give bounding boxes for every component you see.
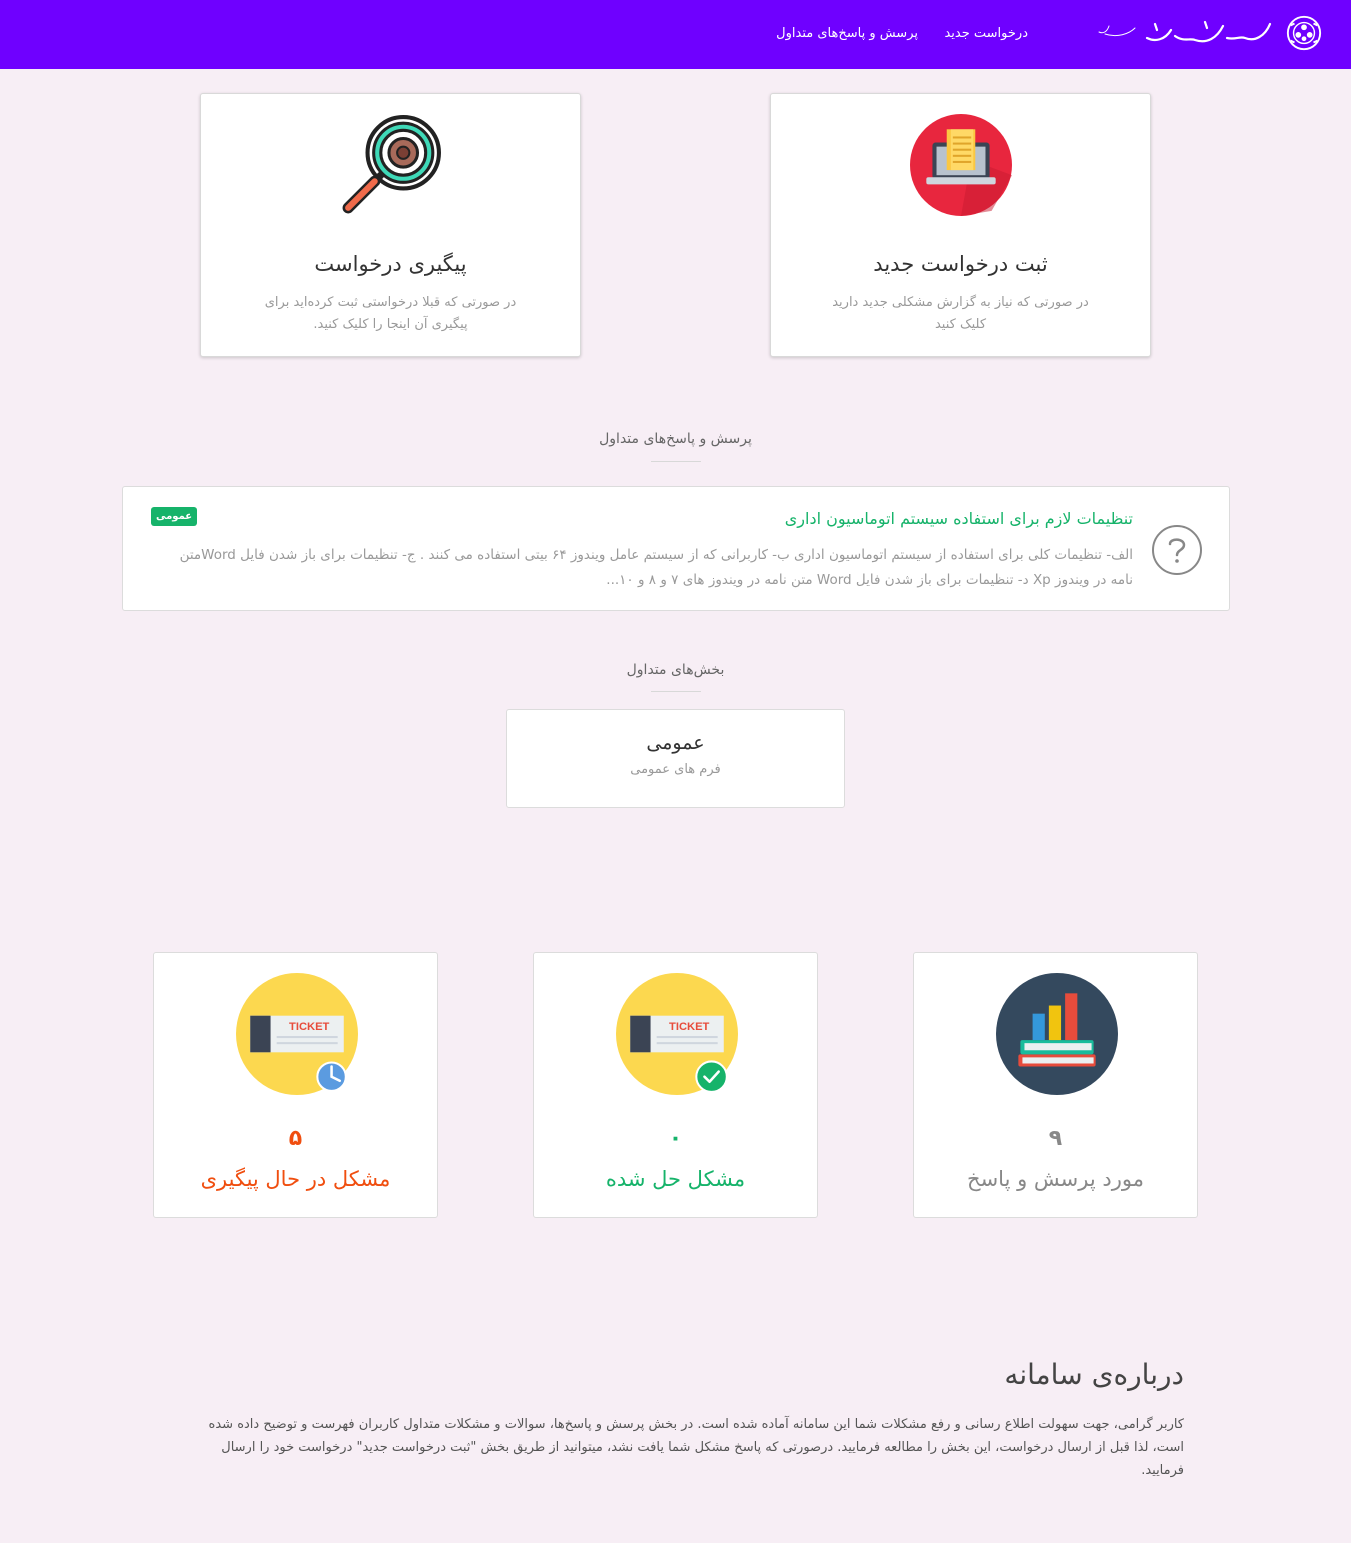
ticket-text: TICKET [289, 1021, 330, 1033]
question-circle-icon [1152, 525, 1202, 575]
sections-heading: بخش‌های متداول [626, 662, 725, 678]
university-logo-calligraphy[interactable] [1095, 16, 1275, 52]
stat-card-pending: TICKET ۵ مشکل در حال پیگیری [153, 952, 438, 1218]
category-title: عمومی [646, 732, 705, 754]
ticket-text: TICKET [669, 1021, 710, 1033]
faq-category-badge: عمومی [151, 507, 198, 526]
solved-count: ۰ [668, 1126, 683, 1151]
pending-count: ۵ [288, 1126, 303, 1151]
faq-count: ۹ [1048, 1126, 1063, 1151]
about-title: درباره‌ی سامانه [1004, 1358, 1184, 1391]
solved-label: مشکل حل شده [605, 1167, 746, 1191]
faq-item[interactable]: تنظیمات لازم برای استفاده سیستم اتوماسیو… [122, 486, 1230, 611]
track-request-card[interactable]: پیگیری درخواست در صورتی که قبلا درخواستی… [200, 93, 581, 357]
stat-card-faq: ۹ مورد پرسش و پاسخ [913, 952, 1198, 1218]
category-subtitle: فرم های عمومی [630, 762, 721, 777]
books-chart-icon [996, 973, 1118, 1095]
faq-section-divider [651, 461, 701, 462]
faq-section-heading: پرسش و پاسخ‌های متداول [599, 431, 752, 447]
new-request-card[interactable]: ثبت درخواست جدید در صورتی که نیاز به گزا… [770, 93, 1151, 357]
navbar: درخواست جدید پرسش و پاسخ‌های متداول [0, 0, 1351, 69]
new-request-icon-wrap [771, 114, 1150, 216]
new-request-desc: در صورتی که نیاز به گزارش مشکلی جدید دار… [832, 295, 1089, 332]
faq-item-title[interactable]: تنظیمات لازم برای استفاده سیستم اتوماسیو… [785, 509, 1133, 528]
new-request-title: ثبت درخواست جدید [873, 252, 1048, 276]
sections-divider [651, 691, 701, 692]
faq-label: مورد پرسش و پاسخ [967, 1167, 1144, 1191]
magnifier-icon [342, 115, 441, 214]
nav-new-request-link[interactable]: درخواست جدید [944, 26, 1028, 41]
track-request-desc: در صورتی که قبلا درخواستی ثبت کرده‌اید ب… [264, 295, 517, 332]
university-emblem-icon[interactable] [1285, 14, 1323, 52]
track-request-icon-wrap [201, 114, 580, 216]
pending-label: مشکل در حال پیگیری [200, 1167, 391, 1191]
laptop-document-icon [909, 114, 1012, 216]
ticket-clock-icon: TICKET [236, 973, 358, 1095]
stat-card-solved: TICKET ۰ مشکل حل شده [533, 952, 818, 1218]
faq-item-body: الف- تنظیمات کلی برای استفاده از سیستم ا… [179, 547, 1133, 588]
category-card-general[interactable]: عمومی فرم های عمومی [506, 709, 845, 808]
track-request-title: پیگیری درخواست [314, 252, 467, 276]
about-text: کاربر گرامی، جهت سهولت اطلاع رسانی و رفع… [208, 1417, 1184, 1478]
ticket-check-icon: TICKET [616, 973, 738, 1095]
nav-faq-link[interactable]: پرسش و پاسخ‌های متداول [776, 26, 918, 41]
